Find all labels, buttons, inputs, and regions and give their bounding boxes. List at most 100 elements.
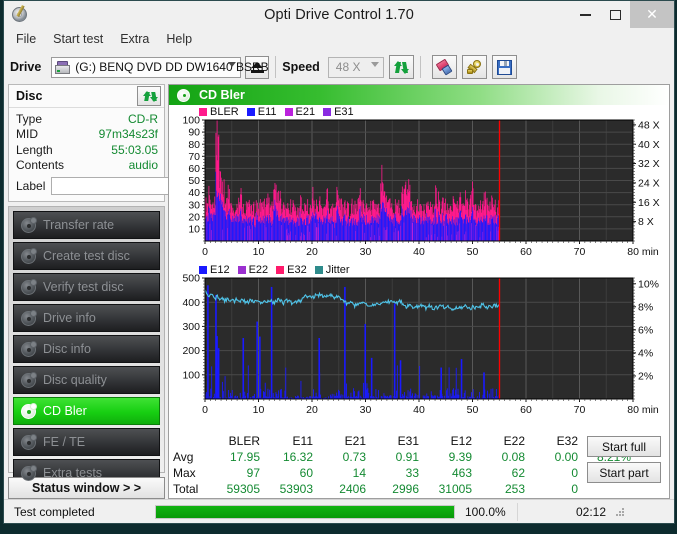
card-title: CD Bler <box>199 88 245 102</box>
svg-text:8 X: 8 X <box>638 216 654 228</box>
disc-mid-label: MID <box>16 127 38 142</box>
disc-type-label: Type <box>16 111 43 126</box>
column-header: E32 <box>556 434 578 448</box>
drive-select-value: (G:) BENQ DVD DD DW1640 BSRB <box>75 60 269 74</box>
disc-icon <box>21 402 37 419</box>
cell: 0.91 <box>395 450 419 464</box>
menu-extra[interactable]: Extra <box>115 31 158 48</box>
svg-text:16 X: 16 X <box>638 197 660 209</box>
sidebar-item-drive-info[interactable]: Drive info <box>13 304 160 332</box>
svg-text:10%: 10% <box>638 278 659 290</box>
title-bar: Opti Drive Control 1.70 ✕ <box>4 1 674 28</box>
svg-text:40 X: 40 X <box>638 139 660 151</box>
maximize-button[interactable] <box>600 1 630 28</box>
cell: 0.08 <box>501 450 525 464</box>
save-button[interactable] <box>491 55 517 79</box>
column-header: E12 <box>450 434 472 448</box>
svg-text:0: 0 <box>202 404 208 416</box>
sidebar-item-disc-quality[interactable]: Disc quality <box>13 366 160 394</box>
disc-contents-label: Contents <box>16 158 65 173</box>
cell: 62 <box>511 466 525 480</box>
svg-text:10: 10 <box>253 246 265 258</box>
sidebar-item-create-test-disc[interactable]: Create test disc <box>13 242 160 270</box>
svg-text:70: 70 <box>574 404 586 416</box>
svg-text:20: 20 <box>188 211 200 223</box>
sidebar-item-disc-info[interactable]: Disc info <box>13 335 160 363</box>
start-full-button[interactable]: Start full <box>587 436 661 457</box>
row-label: Total <box>173 482 199 496</box>
svg-text:4%: 4% <box>638 348 653 360</box>
refresh-button[interactable] <box>388 55 414 79</box>
cell: 2996 <box>392 482 419 496</box>
column-header: E31 <box>397 434 419 448</box>
menu-help[interactable]: Help <box>161 31 201 48</box>
svg-text:500: 500 <box>182 273 200 285</box>
progress-percent: 100.0% <box>465 504 506 519</box>
disc-contents-value: audio <box>128 158 158 173</box>
wrench-icon <box>466 59 482 75</box>
svg-text:40: 40 <box>188 187 200 199</box>
column-header: E11 <box>292 434 313 448</box>
disc-label-row: Label <box>16 175 263 197</box>
svg-text:60: 60 <box>520 404 532 416</box>
erase-button[interactable] <box>431 55 457 79</box>
cell: 0 <box>571 466 578 480</box>
row-label: Max <box>173 466 196 480</box>
tools-button[interactable] <box>461 55 487 79</box>
optical-drive-icon <box>55 60 71 74</box>
disc-icon <box>21 247 37 264</box>
disc-info-row-mid: MID 97m34s23f <box>16 127 158 143</box>
svg-text:10: 10 <box>188 224 200 236</box>
start-full-label: Start full <box>601 439 646 454</box>
cell: 60 <box>299 466 313 480</box>
sidebar-item-transfer-rate[interactable]: Transfer rate <box>13 211 160 239</box>
sidebar-item-cd-bler[interactable]: CD Bler <box>13 397 160 425</box>
svg-text:100: 100 <box>182 369 200 381</box>
close-icon: ✕ <box>646 6 658 22</box>
disc-info-row-length: Length 55:03.05 <box>16 142 158 158</box>
disc-info-row-type: Type CD-R <box>16 111 158 127</box>
bler-chart: BLER E11 E21 E31 10 20 30 40 50 60 70 80… <box>169 105 669 263</box>
svg-text:40: 40 <box>413 404 425 416</box>
e12-jitter-plot: 100 200 300 400 500 2% 4% 6% 8% 10% 0 10 20 30 40 50 60 7… <box>182 273 659 416</box>
close-button[interactable]: ✕ <box>630 1 674 28</box>
menu-file[interactable]: File <box>11 31 45 48</box>
content-area: CD Bler BLER E11 E21 E31 10 20 30 40 50 … <box>168 84 670 499</box>
svg-text:8%: 8% <box>638 301 653 313</box>
svg-text:300: 300 <box>182 321 200 333</box>
resize-grip[interactable] <box>614 506 626 518</box>
disc-refresh-button[interactable] <box>137 86 161 106</box>
disc-icon <box>21 371 37 388</box>
svg-text:50: 50 <box>467 404 479 416</box>
cell: 0.00 <box>554 450 578 464</box>
sidebar: Disc Type CD-R MID 97m34s23f Length 55:0… <box>8 84 263 499</box>
svg-text:70: 70 <box>188 151 200 163</box>
start-part-label: Start part <box>599 465 649 480</box>
status-bar: Test completed 100.0% 02:12 <box>4 499 674 523</box>
sidebar-item-label: Create test disc <box>43 249 130 263</box>
disc-label-label: Label <box>16 179 46 193</box>
maximize-icon <box>609 9 621 20</box>
disc-icon <box>21 433 37 450</box>
svg-text:40: 40 <box>413 246 425 258</box>
disc-icon <box>21 216 37 233</box>
elapsed-time: 02:12 <box>575 504 606 519</box>
sidebar-item-label: Verify test disc <box>43 280 124 294</box>
disc-panel-title: Disc <box>16 89 43 103</box>
sidebar-item-label: FE / TE <box>43 435 86 449</box>
column-header: BLER <box>228 434 260 448</box>
eraser-icon <box>435 58 453 76</box>
disc-length-value: 55:03.05 <box>111 142 158 157</box>
menu-start-test[interactable]: Start test <box>48 31 112 48</box>
speed-select[interactable]: 48 X <box>327 56 384 78</box>
minimize-icon <box>579 13 591 16</box>
sidebar-item-verify-test-disc[interactable]: Verify test disc <box>13 273 160 301</box>
cell: 14 <box>352 466 366 480</box>
cd-bler-card: CD Bler BLER E11 E21 E31 10 20 30 40 50 … <box>168 84 670 499</box>
start-part-button[interactable]: Start part <box>587 462 661 483</box>
chevron-down-icon <box>370 61 379 67</box>
minimize-button[interactable] <box>570 1 600 28</box>
sidebar-item-fe-te[interactable]: FE / TE <box>13 428 160 456</box>
drive-select[interactable]: (G:) BENQ DVD DD DW1640 BSRB <box>51 56 269 78</box>
svg-text:2%: 2% <box>638 371 653 383</box>
